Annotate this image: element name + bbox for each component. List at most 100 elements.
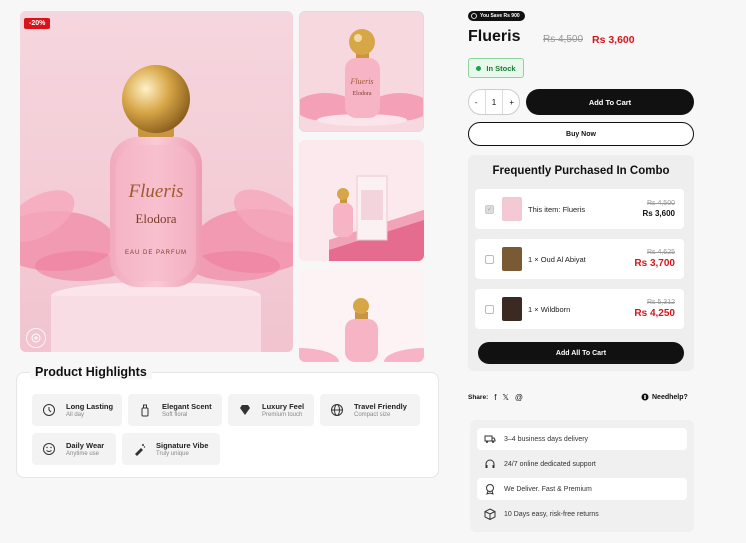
highlight-sub: Anytime use xyxy=(66,451,100,457)
need-help-label: Needhelp? xyxy=(652,393,688,401)
highlight-label: Luxury Feel xyxy=(262,402,305,411)
combo-old-price: Rs 4,625 xyxy=(646,249,675,256)
highlight-daily-wear: Daily Wear Anytime use xyxy=(32,433,116,465)
highlight-sub: Truly unique xyxy=(156,451,189,457)
combo-old-price: Rs 4,500 xyxy=(646,200,675,207)
diamond-icon xyxy=(236,401,254,419)
stock-text: In Stock xyxy=(486,63,516,73)
highlight-sub: Compact size xyxy=(354,412,391,418)
thumbnail-image xyxy=(299,270,424,362)
feature-text: We Deliver. Fast & Premium xyxy=(504,485,592,493)
highlight-long-lasting: Long Lasting All day xyxy=(32,394,122,426)
combo-checkbox[interactable] xyxy=(485,304,494,314)
feature-premium: We Deliver. Fast & Premium xyxy=(477,478,687,500)
add-all-to-cart-button[interactable]: Add All To Cart xyxy=(478,342,684,364)
save-badge-text: You Save Rs 900 xyxy=(480,13,520,19)
qty-value[interactable]: 1 xyxy=(488,98,500,107)
combo-item: 1 × Oud Al Abiyat Rs 4,625 Rs 3,700 xyxy=(475,239,684,279)
highlight-label: Signature Vibe xyxy=(156,441,209,450)
original-price: Rs 4,500 xyxy=(543,34,584,45)
thumbnail-image xyxy=(299,140,424,261)
combo-item-name[interactable]: 1 × Oud Al Abiyat xyxy=(528,255,634,264)
gallery-thumbnail-3[interactable] xyxy=(299,270,424,362)
feature-support: 24/7 online dedicated support xyxy=(477,453,687,475)
product-highlights-panel: Product Highlights Long Lasting All day E… xyxy=(16,365,439,478)
features-panel: 3–4 business days delivery 24/7 online d… xyxy=(470,420,694,532)
highlight-signature-vibe: Signature Vibe Truly unique xyxy=(122,433,220,465)
stock-badge: In Stock xyxy=(468,58,524,78)
highlight-sub: Soft floral xyxy=(162,412,188,418)
qty-divider xyxy=(502,90,504,114)
highlight-label: Travel Friendly xyxy=(354,402,407,411)
globe-icon xyxy=(328,401,346,419)
product-title: Flueris xyxy=(468,28,521,45)
svg-text:Flueris: Flueris xyxy=(128,181,184,202)
highlight-label: Daily Wear xyxy=(66,441,105,450)
zoom-button[interactable] xyxy=(26,328,46,348)
help-icon xyxy=(641,393,649,401)
share-label: Share: xyxy=(468,394,489,401)
combo-panel: Frequently Purchased In Combo ✓ This ite… xyxy=(468,155,694,371)
box-icon xyxy=(483,507,497,521)
highlight-sub: All day xyxy=(66,412,85,418)
quantity-stepper[interactable]: - 1 + xyxy=(468,89,520,115)
highlight-label: Elegant Scent xyxy=(162,402,212,411)
discount-badge: -20% xyxy=(24,18,51,29)
perfume-bottle-icon xyxy=(136,401,154,419)
medal-icon xyxy=(483,482,497,496)
highlight-label: Long Lasting xyxy=(66,402,114,411)
add-to-cart-button[interactable]: Add To Cart xyxy=(526,89,694,115)
gallery-thumbnail-1[interactable]: Flueris Elodora xyxy=(299,11,424,132)
svg-text:EAU DE PARFUM: EAU DE PARFUM xyxy=(125,250,187,256)
smile-icon xyxy=(40,440,58,458)
combo-thumbnail[interactable] xyxy=(502,247,522,271)
threads-icon[interactable]: @ xyxy=(515,393,523,402)
gallery-thumbnail-2[interactable] xyxy=(299,140,424,261)
combo-item: 1 × Wildborn Rs 5,312 Rs 4,250 xyxy=(475,289,684,329)
zoom-icon xyxy=(31,333,41,343)
truck-icon xyxy=(483,432,497,446)
hourglass-icon xyxy=(40,401,58,419)
perfume-image: Flueris Elodora EAU DE PARFUM xyxy=(20,11,293,352)
combo-title: Frequently Purchased In Combo xyxy=(492,165,670,177)
buy-now-button[interactable]: Buy Now xyxy=(468,122,694,146)
qty-minus-button[interactable]: - xyxy=(470,98,482,107)
feature-delivery: 3–4 business days delivery xyxy=(477,428,687,450)
combo-checkbox[interactable] xyxy=(485,254,494,264)
qty-divider xyxy=(484,90,486,114)
combo-thumbnail[interactable] xyxy=(502,297,522,321)
spray-icon xyxy=(130,440,148,458)
combo-item-name[interactable]: 1 × Wildborn xyxy=(528,305,634,314)
product-highlights-title: Product Highlights xyxy=(30,365,152,379)
thumbnail-image: Flueris Elodora xyxy=(300,12,423,131)
feature-text: 10 Days easy, risk-free returns xyxy=(504,510,599,518)
highlight-sub: Premium touch xyxy=(262,412,303,418)
x-icon[interactable]: 𝕏 xyxy=(502,393,508,402)
combo-checkbox[interactable]: ✓ xyxy=(485,204,494,214)
main-product-image[interactable]: Flueris Elodora EAU DE PARFUM xyxy=(20,11,293,352)
svg-text:Elodora: Elodora xyxy=(135,211,176,226)
qty-plus-button[interactable]: + xyxy=(506,98,518,107)
combo-new-price: Rs 3,600 xyxy=(642,209,675,218)
need-help-link[interactable]: Needhelp? xyxy=(641,393,688,401)
combo-item: ✓ This item: Flueris Rs 4,500 Rs 3,600 xyxy=(475,189,684,229)
highlight-travel-friendly: Travel Friendly Compact size xyxy=(320,394,420,426)
combo-item-name: This item: Flueris xyxy=(528,204,586,214)
headset-icon xyxy=(483,457,497,471)
highlight-elegant-scent: Elegant Scent Soft floral xyxy=(128,394,222,426)
highlight-luxury-feel: Luxury Feel Premium touch xyxy=(228,394,314,426)
combo-new-price: Rs 3,700 xyxy=(634,258,675,269)
combo-thumbnail xyxy=(502,197,522,221)
combo-old-price: Rs 5,312 xyxy=(646,299,675,306)
share-bar: Share: f 𝕏 @ xyxy=(468,393,523,402)
tag-icon xyxy=(471,13,477,19)
facebook-icon[interactable]: f xyxy=(494,393,496,402)
svg-text:Elodora: Elodora xyxy=(353,91,372,97)
svg-text:Flueris: Flueris xyxy=(349,77,373,86)
feature-returns: 10 Days easy, risk-free returns xyxy=(477,503,687,525)
feature-text: 3–4 business days delivery xyxy=(504,435,589,443)
sale-price: Rs 3,600 xyxy=(592,34,635,46)
save-badge: You Save Rs 900 xyxy=(468,11,525,21)
stock-dot-icon xyxy=(476,65,482,71)
feature-text: 24/7 online dedicated support xyxy=(504,460,596,468)
